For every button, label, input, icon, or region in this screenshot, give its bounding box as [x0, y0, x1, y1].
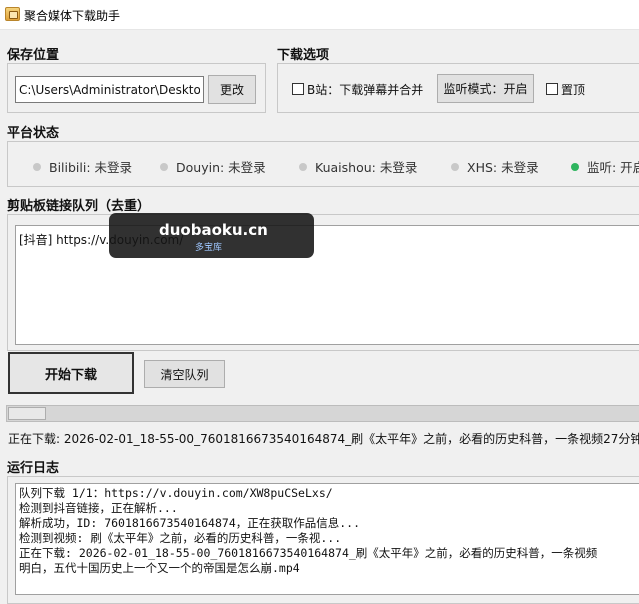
status-dot-icon: [571, 162, 579, 171]
status-monitor-label: 监听: 开启: [587, 160, 639, 175]
watermark-overlay: duobaoku.cn 多宝库: [109, 213, 314, 258]
status-bilibili: Bilibili: 未登录: [33, 157, 132, 176]
log-line: 队列下载 1/1：https://v.douyin.com/XW8puCSeLx…: [19, 486, 333, 500]
status-dot-icon: [160, 162, 168, 171]
options-section-label: 下载选项: [277, 48, 330, 63]
status-kuaishou-label: Kuaishou: 未登录: [315, 160, 418, 175]
status-bilibili-label: Bilibili: 未登录: [49, 160, 133, 175]
status-douyin: Douyin: 未登录: [160, 157, 266, 176]
status-xhs: XHS: 未登录: [451, 157, 539, 176]
progress-bar: [6, 405, 639, 422]
title-bar: 聚合媒体下载助手: [0, 0, 639, 30]
save-path-input[interactable]: [15, 76, 204, 103]
start-download-button[interactable]: 开始下载: [8, 352, 134, 394]
save-section-label: 保存位置: [7, 48, 60, 63]
bilibili-danmaku-label: B站：下载弹幕并合并: [307, 83, 424, 97]
app-icon: [5, 7, 20, 21]
status-dot-icon: [299, 162, 307, 171]
progress-fill: [8, 407, 46, 420]
watermark-text: duobaoku.cn: [159, 221, 268, 239]
status-xhs-label: XHS: 未登录: [467, 160, 539, 175]
queue-section-label: 剪贴板链接队列（去重）: [7, 199, 151, 214]
status-kuaishou: Kuaishou: 未登录: [299, 157, 417, 176]
run-log[interactable]: 队列下载 1/1：https://v.douyin.com/XW8puCSeLx…: [15, 483, 639, 595]
log-line: 解析成功，ID: 7601816673540164874，正在获取作品信息...: [19, 516, 361, 530]
window-title: 聚合媒体下载助手: [24, 9, 121, 23]
change-path-button[interactable]: 更改: [208, 75, 256, 104]
bilibili-danmaku-checkbox[interactable]: [292, 83, 304, 95]
status-douyin-label: Douyin: 未登录: [176, 160, 266, 175]
status-monitor: 监听: 开启: [571, 157, 639, 176]
pin-top-checkbox[interactable]: [546, 83, 558, 95]
log-line: 明白，五代十国历史上一个又一个的帝国是怎么崩.mp4: [19, 561, 300, 575]
pin-top-label: 置顶: [561, 83, 586, 97]
platform-section-label: 平台状态: [7, 126, 60, 141]
monitor-mode-button[interactable]: 监听模式：开启: [437, 74, 534, 103]
status-dot-icon: [451, 162, 459, 171]
watermark-subtext: 多宝库: [195, 243, 223, 253]
log-line: 检测到视频: 刷《太平年》之前，必看的历史科普，一条视...: [19, 531, 342, 545]
log-line: 正在下载: 2026-02-01_18-55-00_76018166735401…: [19, 546, 598, 560]
clear-queue-button[interactable]: 清空队列: [144, 360, 225, 388]
log-line: 检测到抖音链接，正在解析...: [19, 501, 178, 515]
status-dot-icon: [33, 162, 41, 171]
log-section-label: 运行日志: [7, 461, 60, 476]
download-status-text: 正在下载: 2026-02-01_18-55-00_76018166735401…: [8, 432, 639, 446]
